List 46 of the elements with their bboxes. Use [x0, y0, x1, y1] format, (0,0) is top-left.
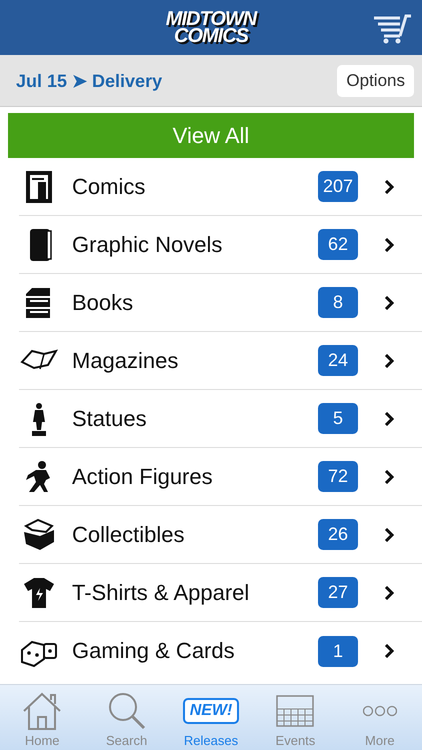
count-badge: 72 — [318, 461, 358, 492]
category-label: T-Shirts & Apparel — [72, 580, 250, 606]
new-badge: NEW! — [182, 698, 240, 724]
count-badge: 27 — [318, 577, 358, 608]
category-label: Gaming & Cards — [72, 638, 236, 664]
category-row[interactable]: Statues 5 — [19, 390, 422, 448]
category-row[interactable]: Magazines 24 — [19, 332, 422, 390]
chevron-icon — [384, 180, 394, 194]
category-row[interactable]: Graphic Novels 62 — [19, 216, 422, 274]
house-icon — [21, 691, 64, 731]
chevron-icon — [384, 586, 394, 600]
chevron-icon — [384, 644, 394, 658]
category-label: Action Figures — [72, 464, 214, 490]
category-row[interactable]: Comics 207 — [19, 158, 422, 216]
count-badge: 26 — [318, 519, 358, 550]
chevron-icon — [384, 470, 394, 484]
category-row[interactable]: Gaming & Cards 1 — [19, 622, 422, 680]
category-label: Books — [72, 290, 134, 316]
delivery-title: Jul 15 ➤ Delivery — [16, 70, 162, 92]
count-badge: 207 — [318, 171, 358, 202]
count-badge: 24 — [318, 345, 358, 376]
cart-icon[interactable] — [372, 12, 412, 44]
chevron-icon — [384, 354, 394, 368]
count-badge: 62 — [318, 229, 358, 260]
category-row[interactable]: Books 8 — [19, 274, 422, 332]
count-badge: 5 — [318, 403, 358, 434]
calendar-icon — [276, 695, 314, 727]
chevron-icon — [384, 296, 394, 310]
more-icon — [362, 705, 397, 717]
category-row[interactable]: Collectibles 26 — [19, 506, 422, 564]
count-badge: 8 — [318, 287, 358, 318]
chevron-icon — [384, 412, 394, 426]
chevron-icon — [384, 528, 394, 542]
category-label: Statues — [72, 406, 148, 432]
search-icon — [106, 691, 147, 731]
count-badge: 1 — [318, 636, 358, 666]
logo: MIDTOWN COMICS — [166, 10, 256, 44]
category-label: Magazines — [72, 348, 180, 374]
options-button[interactable]: Options — [337, 64, 414, 96]
category-row[interactable]: T-Shirts & Apparel 27 — [19, 564, 422, 622]
category-label: Graphic Novels — [72, 232, 224, 258]
category-row[interactable]: Action Figures 72 — [19, 448, 422, 506]
category-label: Collectibles — [72, 522, 186, 548]
chevron-icon — [384, 238, 394, 252]
tab[interactable]: NEW! Releases — [168, 685, 254, 750]
category-label: Comics — [72, 174, 146, 200]
